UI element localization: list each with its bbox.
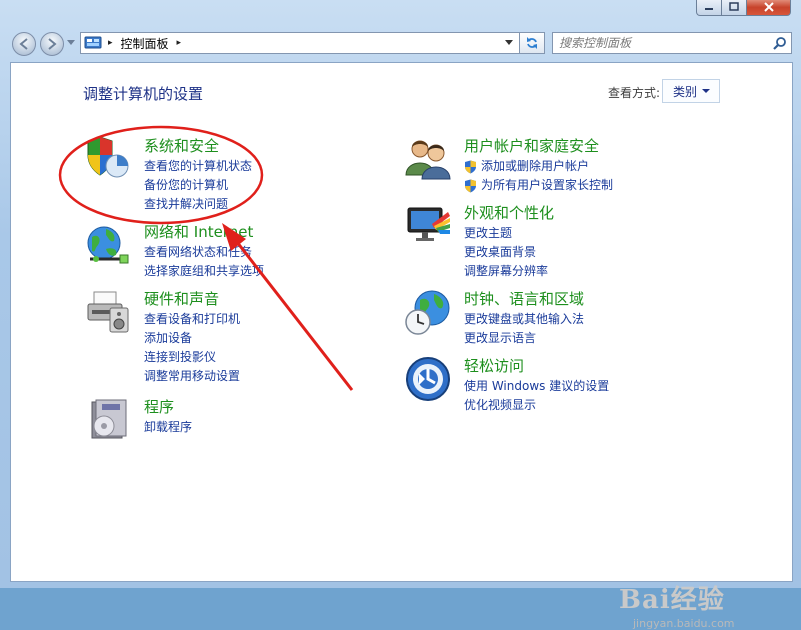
forward-button[interactable] (40, 32, 64, 56)
user-accounts-icon[interactable] (404, 135, 452, 183)
category-appearance: 外观和个性化 更改主题 更改桌面背景 调整屏幕分辨率 (404, 202, 704, 282)
category-title-appearance[interactable]: 外观和个性化 (464, 202, 554, 223)
link-backup-computer[interactable]: 备份您的计算机 (144, 176, 252, 195)
programs-icon[interactable] (84, 396, 132, 444)
maximize-button[interactable] (722, 0, 747, 16)
link-parental-controls[interactable]: 为所有用户设置家长控制 (464, 176, 613, 195)
back-arrow-icon (19, 38, 28, 50)
category-title-clock-language-region[interactable]: 时钟、语言和区域 (464, 288, 584, 309)
watermark-url: jingyan.baidu.com (633, 617, 735, 630)
control-panel-icon (84, 36, 102, 49)
address-bar[interactable]: ▸ 控制面板 ▸ (80, 32, 520, 54)
system-security-icon[interactable] (84, 135, 132, 183)
minimize-button[interactable] (696, 0, 722, 16)
refresh-icon (527, 37, 537, 49)
uac-shield-icon (465, 179, 476, 193)
link-view-computer-status[interactable]: 查看您的计算机状态 (144, 157, 252, 176)
search-input[interactable] (559, 34, 759, 52)
category-title-ease-of-access[interactable]: 轻松访问 (464, 355, 524, 376)
address-dropdown[interactable] (500, 32, 518, 54)
window-frame: ▸ 控制面板 ▸ 调整计算机的设置 查看方式: 类别 (0, 0, 801, 630)
link-screen-resolution[interactable]: 调整屏幕分辨率 (464, 262, 548, 281)
maximize-icon (729, 1, 739, 11)
link-connect-projector[interactable]: 连接到投影仪 (144, 348, 240, 367)
link-windows-suggested-settings[interactable]: 使用 Windows 建议的设置 (464, 377, 609, 396)
forward-arrow-icon (48, 38, 57, 50)
category-title-network-internet[interactable]: 网络和 Internet (144, 221, 253, 242)
breadcrumb-separator[interactable]: ▸ (108, 38, 113, 48)
category-title-hardware-sound[interactable]: 硬件和声音 (144, 288, 219, 309)
printer-icon[interactable] (84, 288, 132, 336)
link-mobility-settings[interactable]: 调整常用移动设置 (144, 367, 240, 386)
link-label: 为所有用户设置家长控制 (481, 178, 614, 192)
chevron-down-icon (505, 40, 513, 45)
recent-pages-dropdown-icon[interactable] (67, 40, 75, 46)
search-icon[interactable] (773, 36, 787, 50)
category-title-user-accounts[interactable]: 用户帐户和家庭安全 (464, 135, 599, 156)
category-title-system-security[interactable]: 系统和安全 (144, 135, 219, 156)
link-keyboard-input[interactable]: 更改键盘或其他输入法 (464, 310, 584, 329)
link-label: 添加或删除用户帐户 (481, 159, 590, 173)
back-button[interactable] (12, 32, 36, 56)
refresh-button[interactable] (519, 32, 545, 54)
window-controls (696, 0, 791, 16)
category-system-security: 系统和安全 查看您的计算机状态 备份您的计算机 查找并解决问题 (84, 135, 344, 215)
content-pane: 调整计算机的设置 查看方式: 类别 系统和安全 查看您的计算机状态 备份您的计算… (10, 62, 793, 630)
link-add-remove-accounts[interactable]: 添加或删除用户帐户 (464, 157, 613, 176)
appearance-monitor-icon[interactable] (404, 202, 452, 250)
link-add-device[interactable]: 添加设备 (144, 329, 240, 348)
link-display-language[interactable]: 更改显示语言 (464, 329, 584, 348)
breadcrumb-control-panel[interactable]: 控制面板 (121, 35, 169, 52)
search-box[interactable] (552, 32, 792, 54)
category-ease-of-access: 轻松访问 使用 Windows 建议的设置 优化视频显示 (404, 355, 704, 415)
ease-of-access-icon[interactable] (404, 355, 452, 403)
link-network-status[interactable]: 查看网络状态和任务 (144, 243, 264, 262)
link-change-theme[interactable]: 更改主题 (464, 224, 548, 243)
category-clock-language-region: 时钟、语言和区域 更改键盘或其他输入法 更改显示语言 (404, 288, 704, 348)
category-network-internet: 网络和 Internet 查看网络状态和任务 选择家庭组和共享选项 (84, 221, 344, 281)
clock-globe-icon[interactable] (404, 288, 452, 336)
category-hardware-sound: 硬件和声音 查看设备和打印机 添加设备 连接到投影仪 调整常用移动设置 (84, 288, 344, 388)
category-programs: 程序 卸载程序 (84, 396, 344, 446)
link-uninstall-program[interactable]: 卸载程序 (144, 418, 192, 437)
watermark: Bai经验 jingyan.baidu.com (619, 579, 735, 630)
link-devices-printers[interactable]: 查看设备和打印机 (144, 310, 240, 329)
category-title-programs[interactable]: 程序 (144, 396, 174, 417)
network-globe-icon[interactable] (84, 221, 132, 269)
view-by-label: 查看方式: (608, 86, 661, 100)
link-troubleshoot[interactable]: 查找并解决问题 (144, 195, 252, 214)
view-by-select[interactable]: 类别 (662, 79, 720, 103)
link-desktop-background[interactable]: 更改桌面背景 (464, 243, 548, 262)
close-button[interactable] (747, 0, 791, 16)
uac-shield-icon (465, 160, 476, 174)
breadcrumb-separator[interactable]: ▸ (177, 38, 182, 48)
view-by-value: 类别 (673, 84, 698, 99)
link-homegroup-sharing[interactable]: 选择家庭组和共享选项 (144, 262, 264, 281)
category-user-accounts: 用户帐户和家庭安全 添加或删除用户帐户 为所有用户设置家长控制 (404, 135, 704, 195)
chevron-down-icon (702, 89, 710, 93)
close-icon (763, 1, 774, 12)
watermark-logo-text: Bai经验 (619, 585, 725, 615)
minimize-icon (705, 7, 713, 10)
page-title: 调整计算机的设置 (83, 85, 204, 103)
link-optimize-visual-display[interactable]: 优化视频显示 (464, 396, 609, 415)
